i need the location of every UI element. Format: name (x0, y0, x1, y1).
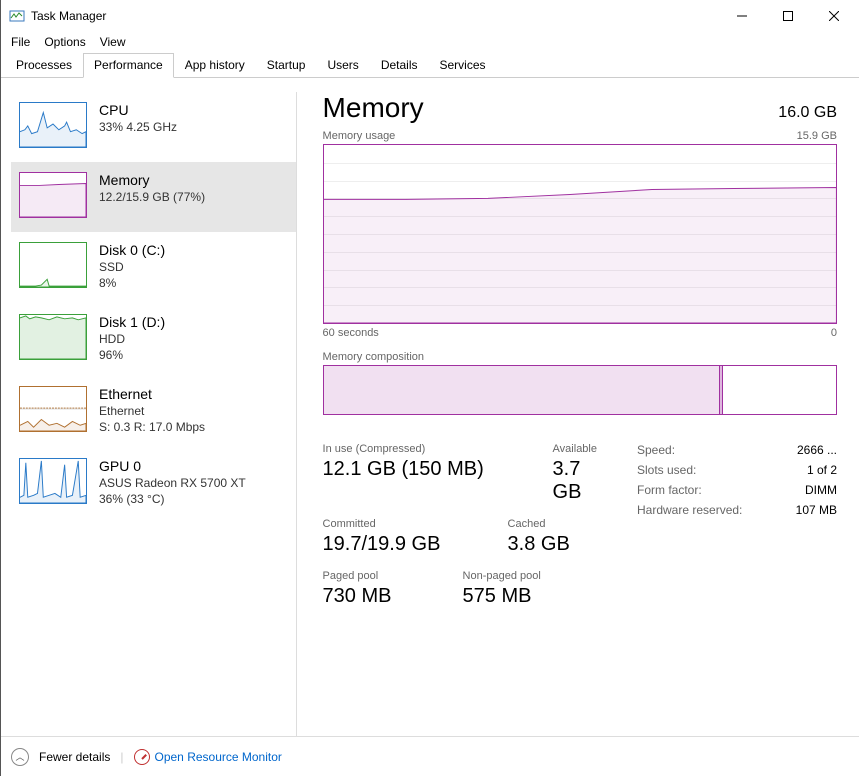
inuse-value: 12.1 GB (150 MB) (323, 458, 523, 481)
vertical-divider (296, 92, 297, 736)
sidebar-memory-sub: 12.2/15.9 GB (77%) (99, 190, 205, 204)
titlebar[interactable]: Task Manager (1, 0, 859, 32)
speed-value: 2666 ... (797, 443, 837, 457)
form-value: DIMM (805, 483, 837, 497)
sidebar-disk1-title: Disk 1 (D:) (99, 314, 165, 330)
maximize-button[interactable] (765, 1, 811, 31)
tab-performance[interactable]: Performance (83, 53, 174, 78)
resource-monitor-icon (134, 749, 150, 765)
gpu-thumb (19, 458, 87, 504)
cpu-thumb (19, 102, 87, 148)
paged-value: 730 MB (323, 585, 433, 608)
sidebar-gpu-sub2: 36% (33 °C) (99, 492, 246, 506)
page-title: Memory (323, 92, 424, 124)
axis-left: 60 seconds (323, 327, 379, 339)
cached-label: Cached (508, 518, 570, 530)
tab-app-history[interactable]: App history (174, 53, 256, 78)
menu-file[interactable]: File (11, 35, 30, 49)
chevron-up-icon[interactable]: ︿ (11, 748, 29, 766)
memory-composition-chart (323, 365, 837, 415)
fewer-details-button[interactable]: Fewer details (39, 750, 110, 764)
sidebar-ethernet-title: Ethernet (99, 386, 205, 402)
sidebar-item-memory[interactable]: Memory 12.2/15.9 GB (77%) (11, 162, 296, 232)
performance-sidebar: CPU 33% 4.25 GHz Memory 12.2/15.9 GB (77… (11, 92, 296, 736)
open-resource-monitor-link[interactable]: Open Resource Monitor (134, 749, 282, 765)
tab-services[interactable]: Services (429, 53, 497, 78)
sidebar-cpu-sub: 33% 4.25 GHz (99, 120, 177, 134)
slots-value: 1 of 2 (807, 463, 837, 477)
committed-value: 19.7/19.9 GB (323, 533, 478, 556)
nonpaged-value: 575 MB (463, 585, 541, 608)
sidebar-item-ethernet[interactable]: Ethernet Ethernet S: 0.3 R: 17.0 Mbps (11, 376, 296, 448)
menu-view[interactable]: View (100, 35, 126, 49)
sidebar-ethernet-sub2: S: 0.3 R: 17.0 Mbps (99, 420, 205, 434)
app-icon (9, 8, 25, 24)
window-title: Task Manager (31, 9, 719, 23)
main-panel: Memory 16.0 GB Memory usage 15.9 GB 60 s… (303, 92, 849, 736)
tab-startup[interactable]: Startup (256, 53, 317, 78)
available-value: 3.7 GB (553, 458, 597, 504)
nonpaged-label: Non-paged pool (463, 570, 541, 582)
axis-right: 0 (831, 327, 837, 339)
disk1-thumb (19, 314, 87, 360)
cached-value: 3.8 GB (508, 533, 570, 556)
sidebar-item-gpu[interactable]: GPU 0 ASUS Radeon RX 5700 XT 36% (33 °C) (11, 448, 296, 520)
sidebar-disk1-sub2: 96% (99, 348, 165, 362)
sidebar-cpu-title: CPU (99, 102, 177, 118)
ethernet-thumb (19, 386, 87, 432)
tab-processes[interactable]: Processes (5, 53, 83, 78)
usage-chart-label: Memory usage (323, 130, 396, 142)
usage-chart-max: 15.9 GB (797, 130, 837, 142)
sidebar-disk0-sub1: SSD (99, 260, 165, 274)
menu-options[interactable]: Options (44, 35, 85, 49)
minimize-button[interactable] (719, 1, 765, 31)
speed-label: Speed: (637, 443, 675, 457)
footer: ︿ Fewer details | Open Resource Monitor (1, 736, 859, 776)
sidebar-disk0-title: Disk 0 (C:) (99, 242, 165, 258)
committed-label: Committed (323, 518, 478, 530)
memory-thumb (19, 172, 87, 218)
close-button[interactable] (811, 1, 857, 31)
reserved-label: Hardware reserved: (637, 503, 742, 517)
tab-bar: Processes Performance App history Startu… (1, 52, 859, 78)
sidebar-memory-title: Memory (99, 172, 205, 188)
disk0-thumb (19, 242, 87, 288)
sidebar-item-disk0[interactable]: Disk 0 (C:) SSD 8% (11, 232, 296, 304)
sidebar-gpu-title: GPU 0 (99, 458, 246, 474)
form-label: Form factor: (637, 483, 702, 497)
sidebar-item-cpu[interactable]: CPU 33% 4.25 GHz (11, 92, 296, 162)
paged-label: Paged pool (323, 570, 433, 582)
sidebar-disk1-sub1: HDD (99, 332, 165, 346)
memory-total: 16.0 GB (778, 104, 837, 122)
inuse-label: In use (Compressed) (323, 443, 523, 455)
composition-label: Memory composition (323, 351, 424, 363)
available-label: Available (553, 443, 597, 455)
slots-label: Slots used: (637, 463, 696, 477)
sidebar-ethernet-sub1: Ethernet (99, 404, 205, 418)
reserved-value: 107 MB (796, 503, 837, 517)
tab-users[interactable]: Users (316, 53, 369, 78)
sidebar-item-disk1[interactable]: Disk 1 (D:) HDD 96% (11, 304, 296, 376)
tab-details[interactable]: Details (370, 53, 429, 78)
memory-usage-chart (323, 144, 837, 324)
sidebar-disk0-sub2: 8% (99, 276, 165, 290)
sidebar-gpu-sub1: ASUS Radeon RX 5700 XT (99, 476, 246, 490)
